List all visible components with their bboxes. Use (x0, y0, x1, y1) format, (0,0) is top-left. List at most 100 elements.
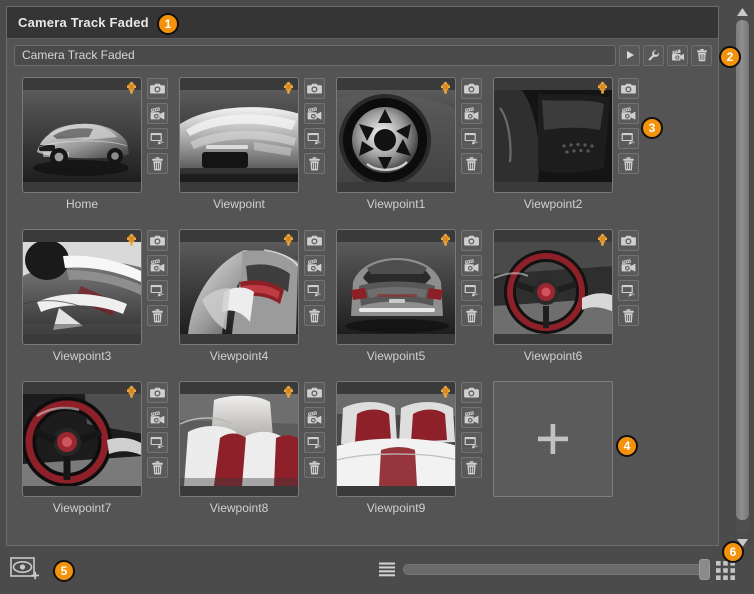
trash-icon (465, 309, 478, 323)
settings-button[interactable] (643, 45, 664, 66)
viewpoint-cell[interactable]: Viewpoint2 (493, 77, 644, 229)
camera-icon (307, 386, 322, 399)
capture-view-button[interactable] (147, 230, 168, 251)
capture-view-button[interactable] (304, 78, 325, 99)
scrollbar-thumb[interactable] (736, 20, 749, 520)
grid-view-button[interactable] (716, 561, 735, 580)
viewpoint-label: Viewpoint1 (336, 197, 456, 211)
list-view-button[interactable] (379, 562, 395, 577)
capture-render-button[interactable] (461, 103, 482, 124)
viewpoint-thumbnail[interactable] (179, 381, 299, 497)
viewpoint-cell[interactable]: Viewpoint (179, 77, 330, 229)
rename-view-button[interactable] (618, 128, 639, 149)
capture-view-button[interactable] (461, 382, 482, 403)
capture-render-button[interactable] (618, 255, 639, 276)
track-name-input[interactable] (14, 45, 616, 66)
film-camera-icon (671, 49, 685, 62)
viewpoint-thumbnail[interactable] (179, 77, 299, 193)
capture-view-button[interactable] (304, 230, 325, 251)
capture-view-button[interactable] (147, 382, 168, 403)
viewpoint-action-icons (618, 77, 639, 193)
capture-render-button[interactable] (461, 407, 482, 428)
capture-view-button[interactable] (618, 78, 639, 99)
film-camera-icon (150, 411, 165, 425)
delete-view-button[interactable] (147, 305, 168, 326)
delete-view-button[interactable] (461, 305, 482, 326)
viewpoint-cell[interactable]: Viewpoint8 (179, 381, 330, 533)
viewpoint-thumbnail[interactable] (336, 77, 456, 193)
viewpoint-cell[interactable]: Viewpoint4 (179, 229, 330, 381)
capture-render-button[interactable] (461, 255, 482, 276)
viewpoint-label: Viewpoint7 (22, 501, 142, 515)
viewpoint-thumbnail[interactable] (22, 381, 142, 497)
rename-view-button[interactable] (461, 432, 482, 453)
film-camera-icon (464, 107, 479, 121)
viewpoint-cell-body (22, 77, 173, 193)
delete-view-button[interactable] (461, 153, 482, 174)
viewpoint-thumbnail[interactable] (179, 229, 299, 345)
rename-view-button[interactable] (304, 432, 325, 453)
capture-view-button[interactable] (461, 230, 482, 251)
delete-view-button[interactable] (147, 153, 168, 174)
rename-view-button[interactable] (147, 128, 168, 149)
viewpoint-thumbnail[interactable] (22, 77, 142, 193)
viewpoint-thumbnail[interactable] (22, 229, 142, 345)
rename-view-button[interactable] (304, 128, 325, 149)
window-pencil-icon (150, 436, 165, 449)
capture-view-button[interactable] (618, 230, 639, 251)
record-button[interactable] (667, 45, 688, 66)
play-button[interactable] (619, 45, 640, 66)
viewpoint-thumbnail[interactable] (493, 229, 613, 345)
capture-render-button[interactable] (147, 255, 168, 276)
delete-view-button[interactable] (304, 457, 325, 478)
rename-view-button[interactable] (147, 432, 168, 453)
capture-view-button[interactable] (304, 382, 325, 403)
trash-icon (622, 309, 635, 323)
rename-view-button[interactable] (461, 128, 482, 149)
viewpoint-cell[interactable]: Viewpoint3 (22, 229, 173, 381)
viewpoint-thumbnail[interactable] (336, 229, 456, 345)
viewpoint-cell[interactable]: Viewpoint1 (336, 77, 487, 229)
rename-view-button[interactable] (147, 280, 168, 301)
rename-view-button[interactable] (618, 280, 639, 301)
capture-render-button[interactable] (147, 407, 168, 428)
thumbnail-size-slider[interactable] (403, 564, 710, 575)
trash-icon (308, 157, 321, 171)
delete-view-button[interactable] (147, 457, 168, 478)
capture-render-button[interactable] (618, 103, 639, 124)
delete-view-button[interactable] (304, 305, 325, 326)
rename-view-button[interactable] (304, 280, 325, 301)
camera-icon (150, 82, 165, 95)
capture-render-button[interactable] (147, 103, 168, 124)
viewpoint-cell[interactable]: Viewpoint7 (22, 381, 173, 533)
viewpoint-thumbnail-image (494, 242, 612, 334)
viewpoint-thumbnail[interactable] (336, 381, 456, 497)
delete-track-button[interactable] (691, 45, 712, 66)
viewpoint-cell[interactable]: Home (22, 77, 173, 229)
viewpoint-cell[interactable]: Viewpoint5 (336, 229, 487, 381)
thumbnail-size-slider-handle[interactable] (699, 559, 710, 580)
delete-view-button[interactable] (618, 305, 639, 326)
delete-view-button[interactable] (304, 153, 325, 174)
delete-view-button[interactable] (461, 457, 482, 478)
viewpoint-cell[interactable]: Viewpoint9 (336, 381, 487, 533)
capture-render-button[interactable] (304, 103, 325, 124)
viewpoint-cell-body (336, 381, 487, 497)
camera-icon (464, 234, 479, 247)
add-viewpoint-button[interactable] (10, 557, 40, 583)
delete-view-button[interactable] (618, 153, 639, 174)
add-viewpoint-cell[interactable] (493, 381, 613, 497)
capture-render-button[interactable] (304, 407, 325, 428)
camera-icon (621, 234, 636, 247)
rename-view-button[interactable] (461, 280, 482, 301)
viewpoint-cell[interactable]: Viewpoint6 (493, 229, 644, 381)
capture-view-button[interactable] (147, 78, 168, 99)
capture-view-button[interactable] (461, 78, 482, 99)
vertical-scrollbar[interactable] (733, 2, 751, 547)
capture-render-button[interactable] (304, 255, 325, 276)
viewpoint-thumbnail[interactable] (493, 77, 613, 193)
trash-icon (622, 157, 635, 171)
viewpoint-marker-icon (127, 386, 136, 398)
scroll-up-button[interactable] (736, 4, 749, 14)
viewpoint-marker-icon (598, 82, 607, 94)
